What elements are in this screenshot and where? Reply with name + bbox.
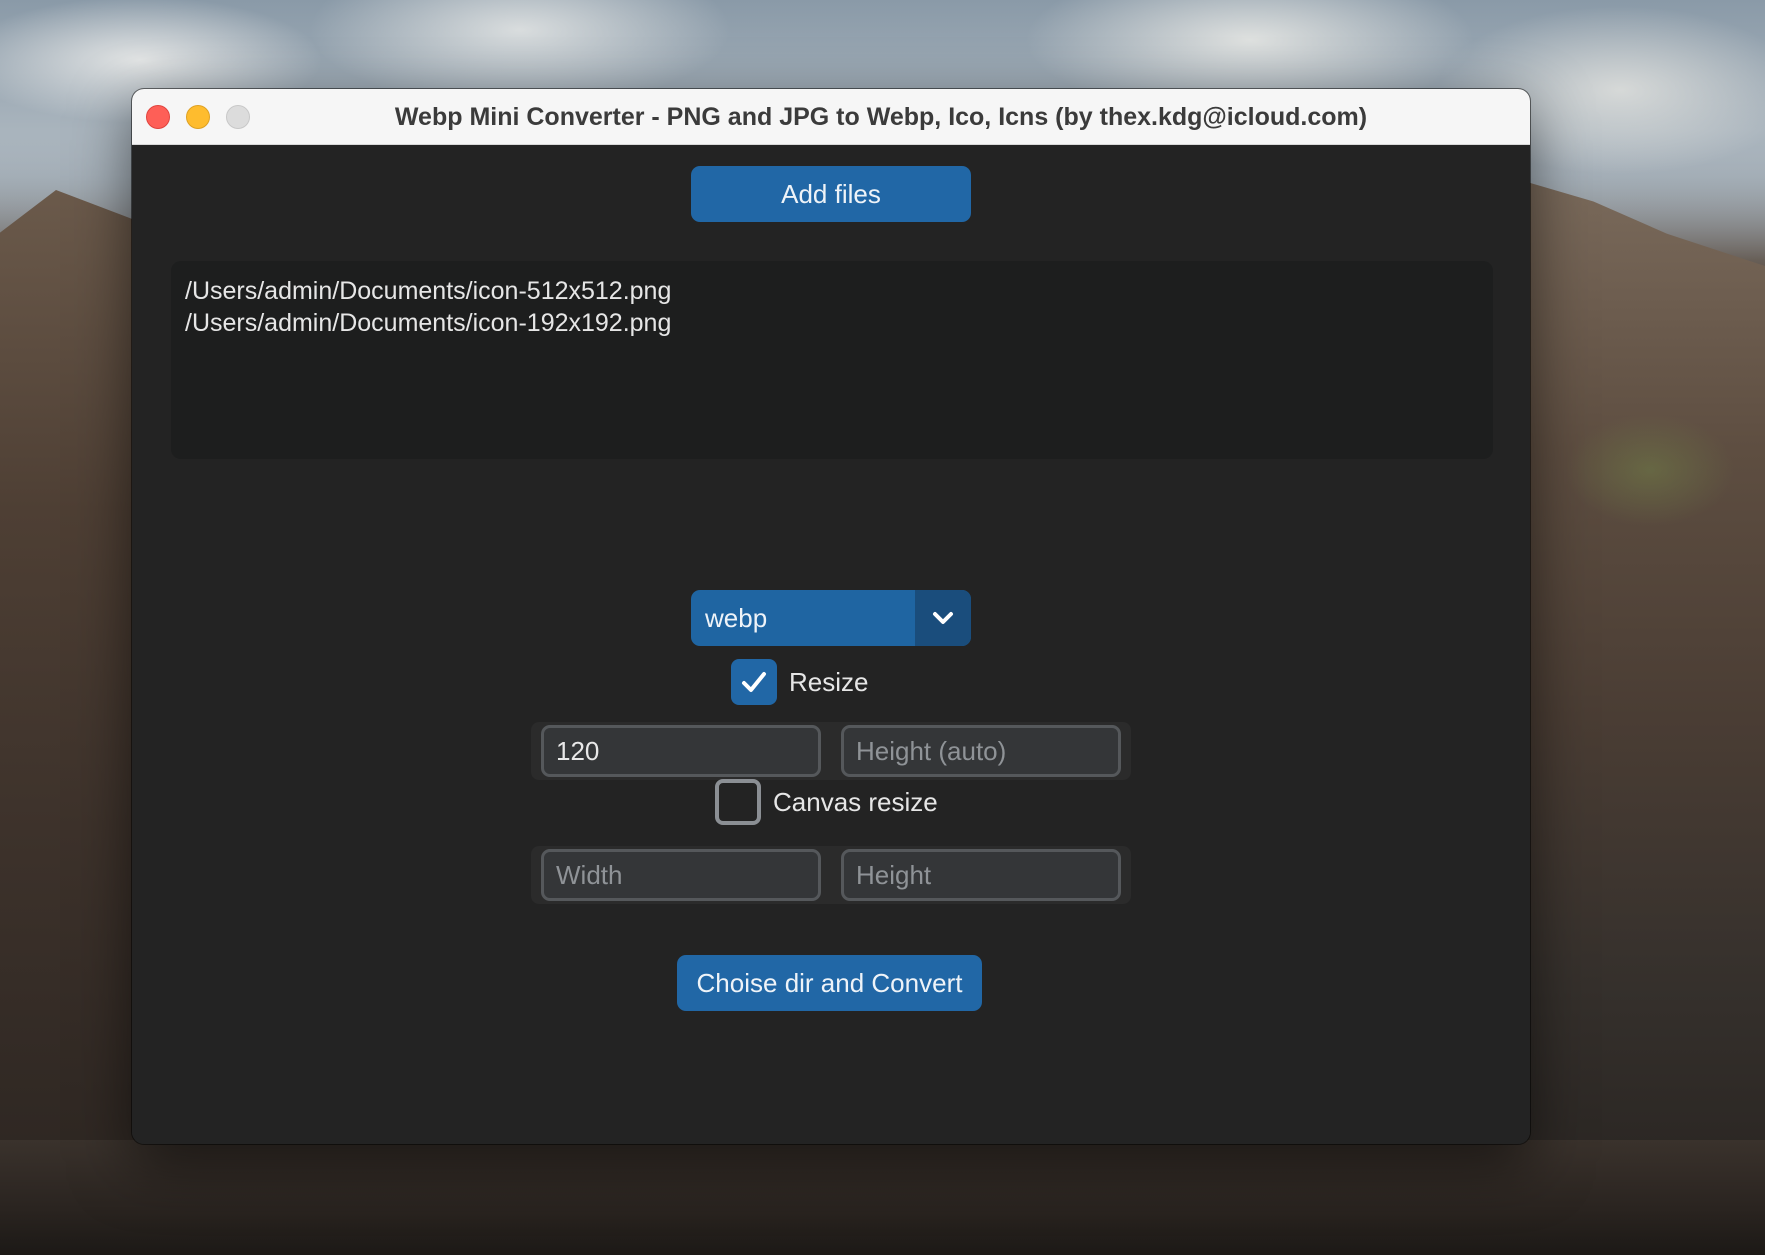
resize-option[interactable]: Resize [731,657,868,707]
canvas-resize-fields [531,846,1131,904]
file-list[interactable]: /Users/admin/Documents/icon-512x512.png … [171,261,1493,459]
resize-checkbox[interactable] [731,659,777,705]
desktop-wallpaper-right-cliff [1520,180,1765,1255]
desktop-wallpaper-ground [0,1140,1765,1255]
file-list-item[interactable]: /Users/admin/Documents/icon-512x512.png [185,275,1479,307]
close-window-button[interactable] [146,105,170,129]
output-format-select[interactable]: webp [691,590,971,646]
resize-height-input[interactable] [841,725,1121,777]
output-format-value: webp [705,603,768,633]
zoom-window-button[interactable] [226,105,250,129]
window-title: Webp Mini Converter - PNG and JPG to Web… [394,103,1368,131]
resize-fields [531,722,1131,780]
chevron-down-icon [933,612,953,624]
minimize-window-button[interactable] [186,105,210,129]
title-bar[interactable]: Webp Mini Converter - PNG and JPG to Web… [132,89,1530,145]
file-list-item[interactable]: /Users/admin/Documents/icon-192x192.png [185,307,1479,339]
choose-dir-and-convert-button[interactable]: Choise dir and Convert [677,955,982,1011]
canvas-resize-checkbox[interactable] [715,779,761,825]
canvas-resize-option[interactable]: Canvas resize [715,777,938,827]
checkmark-icon [742,672,766,692]
format-dropdown-button[interactable] [915,590,971,646]
canvas-resize-label[interactable]: Canvas resize [773,787,938,818]
main-content: Add files /Users/admin/Documents/icon-51… [132,145,1530,1144]
app-window: Webp Mini Converter - PNG and JPG to Web… [132,89,1530,1144]
desktop-wallpaper-left-cliff [0,190,140,1255]
canvas-height-input[interactable] [841,849,1121,901]
add-files-button[interactable]: Add files [691,166,971,222]
canvas-width-input[interactable] [541,849,821,901]
resize-width-input[interactable] [541,725,821,777]
resize-label[interactable]: Resize [789,667,868,698]
